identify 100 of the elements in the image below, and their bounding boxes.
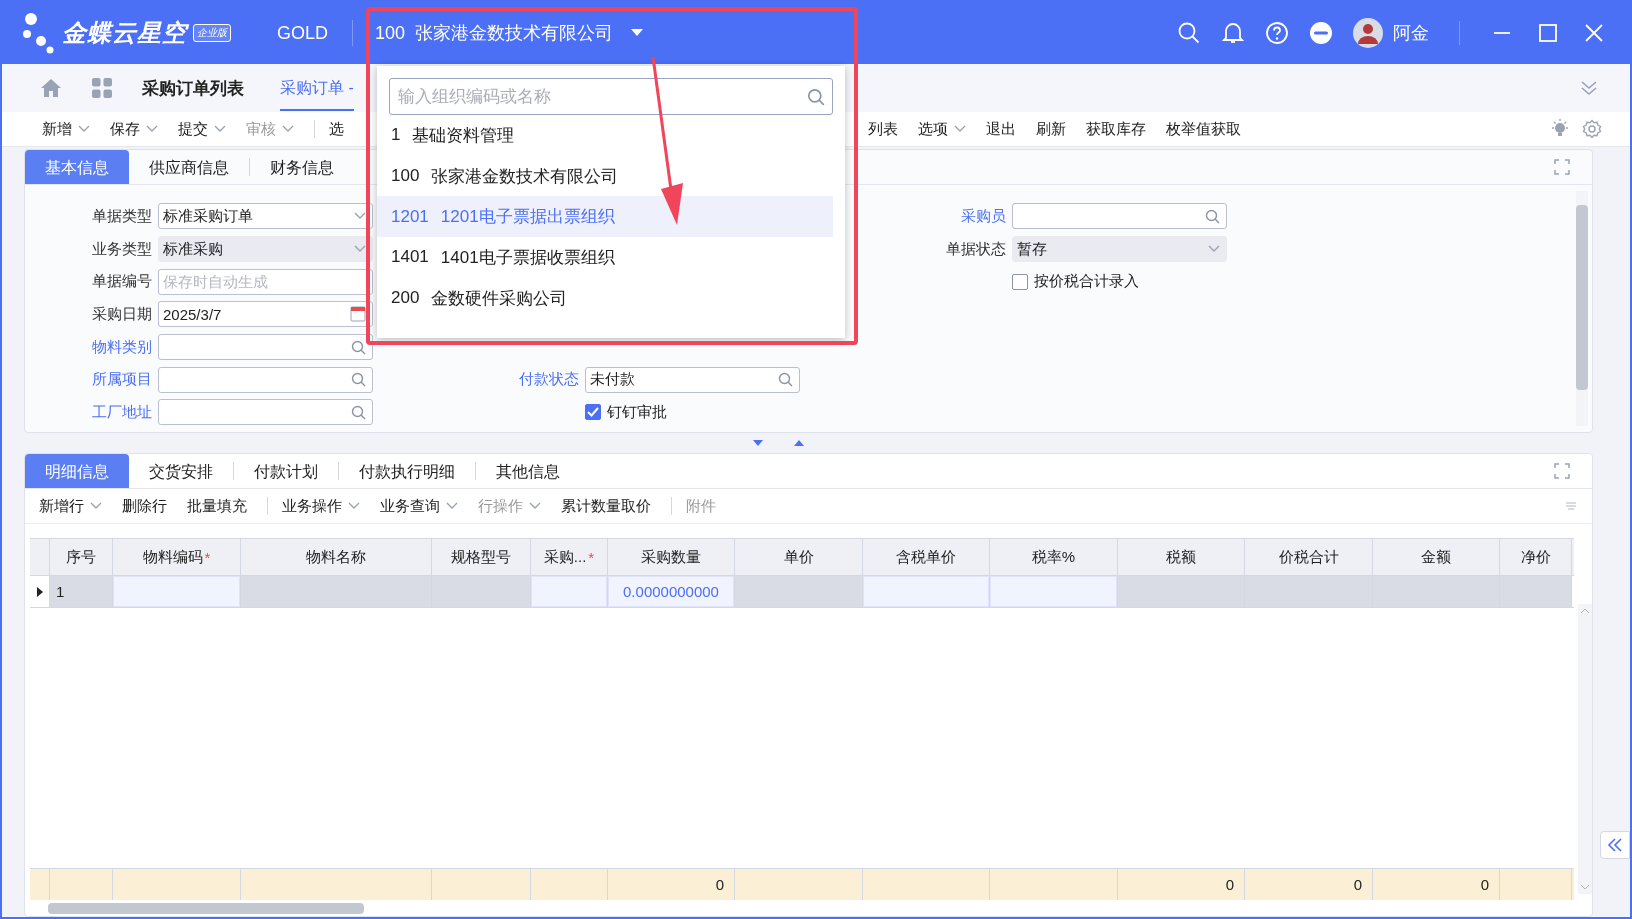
section-tab[interactable]: 基本信息: [25, 150, 129, 184]
section-tab[interactable]: 财务信息: [250, 150, 354, 184]
table-cell[interactable]: [990, 576, 1118, 607]
dropdown-field[interactable]: 标准采购订单: [158, 203, 373, 230]
table-cell[interactable]: [113, 576, 241, 607]
column-header[interactable]: 税额: [1166, 547, 1196, 567]
page-tab[interactable]: 采购订单列表: [142, 64, 244, 112]
column-header[interactable]: 单价: [783, 547, 814, 567]
total-value: 0: [1225, 876, 1234, 893]
field-label: 单据编号: [91, 272, 153, 292]
double-chevron-down-icon[interactable]: [1580, 79, 1598, 97]
bell-icon[interactable]: [1221, 21, 1245, 45]
toolbar-button[interactable]: 获取库存: [1086, 119, 1146, 139]
collapse-down-icon[interactable]: [753, 440, 763, 446]
column-header[interactable]: 价税合计: [1278, 547, 1339, 567]
table-cell[interactable]: 1: [50, 576, 113, 607]
column-header[interactable]: 金额: [1421, 547, 1451, 567]
field-link[interactable]: 所属项目: [25, 370, 158, 390]
toolbar-button[interactable]: 刷新: [1036, 119, 1066, 139]
menu-item[interactable]: 1401 1401电子票据收票组织: [377, 237, 833, 278]
menu-item[interactable]: 100 张家港金数技术有限公司: [377, 155, 833, 197]
column-header[interactable]: 物料名称: [306, 547, 366, 567]
chevron-down-icon: [529, 502, 541, 510]
table-cell[interactable]: [735, 576, 863, 607]
toolbar-button[interactable]: 删除行: [122, 496, 167, 516]
column-header[interactable]: 物料编码: [142, 547, 203, 567]
toolbar-button[interactable]: 列表: [868, 119, 898, 139]
menu-item[interactable]: 1201 1201电子票据出票组织: [377, 196, 833, 238]
section-tab[interactable]: 交货安排: [129, 454, 233, 488]
table-cell[interactable]: [1500, 576, 1572, 607]
chevron-down-icon: [354, 212, 366, 221]
column-header[interactable]: 采购数量: [641, 547, 701, 567]
toolbar-button[interactable]: 选: [329, 119, 344, 139]
menu-icon[interactable]: [1566, 502, 1576, 510]
avatar-icon[interactable]: [1353, 18, 1383, 48]
section-tab[interactable]: 付款执行明细: [339, 454, 475, 488]
lookup-field[interactable]: [158, 334, 373, 361]
toolbar-button[interactable]: 退出: [986, 119, 1016, 139]
column-header[interactable]: 采购...: [543, 547, 587, 567]
lookup-field[interactable]: [158, 399, 373, 426]
field-link[interactable]: 工厂地址: [25, 402, 158, 422]
field-link[interactable]: 付款状态: [373, 370, 585, 390]
collapse-up-icon[interactable]: [794, 440, 804, 446]
date-field[interactable]: 2025/3/7: [158, 301, 373, 328]
checkbox[interactable]: [585, 404, 601, 421]
search-field[interactable]: 输入组织编码或名称: [389, 78, 833, 115]
more-icon[interactable]: [1309, 21, 1333, 45]
home-icon[interactable]: [40, 78, 62, 98]
lightbulb-icon[interactable]: [1550, 119, 1570, 139]
tenant-name[interactable]: GOLD: [277, 22, 328, 44]
collapse-button[interactable]: [1600, 831, 1630, 859]
section-tab[interactable]: 付款计划: [234, 454, 338, 488]
menu-item[interactable]: 1 基础资料管理: [377, 115, 833, 156]
toolbar-button[interactable]: 业务查询: [380, 496, 458, 516]
table-cell[interactable]: [241, 576, 432, 607]
field-link[interactable]: 物料类别: [25, 337, 158, 357]
toolbar-button[interactable]: 业务操作: [282, 496, 360, 516]
toolbar-button[interactable]: 提交: [178, 119, 226, 139]
user-name[interactable]: 阿金: [1393, 21, 1429, 45]
column-header[interactable]: 含税单价: [896, 547, 956, 567]
lookup-field[interactable]: [158, 366, 373, 393]
settings-icon[interactable]: [1582, 119, 1602, 139]
org-selector[interactable]: 100 张家港金数技术有限公司: [375, 21, 644, 45]
table-cell[interactable]: 0.0000000000: [608, 576, 735, 607]
table-cell[interactable]: [1245, 576, 1373, 607]
toolbar-button[interactable]: 批量填充: [187, 496, 247, 516]
close-icon[interactable]: [1584, 23, 1604, 43]
toolbar-button[interactable]: 选项: [918, 119, 966, 139]
column-header[interactable]: 税率%: [1031, 547, 1076, 567]
toolbar-button[interactable]: 新增: [42, 119, 90, 139]
toolbar-button[interactable]: 累计数量取价: [561, 496, 651, 516]
expand-icon[interactable]: [1554, 159, 1570, 175]
section-tab[interactable]: 明细信息: [25, 454, 129, 488]
table-cell[interactable]: [863, 576, 990, 607]
help-icon[interactable]: [1265, 21, 1289, 45]
scrollbar[interactable]: [1576, 191, 1588, 426]
table-cell[interactable]: [432, 576, 531, 607]
section-tab[interactable]: 其他信息: [476, 454, 580, 488]
toolbar-button[interactable]: 枚举值获取: [1166, 119, 1241, 139]
scrollbar[interactable]: [1578, 604, 1592, 894]
lookup-field[interactable]: [1012, 203, 1227, 230]
grid-icon[interactable]: [92, 78, 112, 98]
page-tab[interactable]: 采购订单 -: [280, 65, 354, 111]
table-cell[interactable]: [531, 576, 608, 607]
column-header[interactable]: 规格型号: [451, 547, 511, 567]
table-cell[interactable]: [1118, 576, 1245, 607]
lookup-field[interactable]: 未付款: [585, 366, 800, 393]
toolbar-button[interactable]: 新增行: [39, 496, 102, 516]
table-cell[interactable]: [1373, 576, 1500, 607]
column-header[interactable]: 净价: [1520, 547, 1551, 567]
toolbar-button[interactable]: 保存: [110, 119, 158, 139]
checkbox[interactable]: [1012, 273, 1028, 290]
expand-icon[interactable]: [1554, 463, 1570, 479]
input-field[interactable]: 保存时自动生成: [158, 268, 373, 295]
chevron-down-icon: [146, 125, 158, 133]
menu-item[interactable]: 200 金数硬件采购公司: [377, 277, 833, 319]
search-icon[interactable]: [1177, 21, 1201, 45]
column-header[interactable]: 序号: [66, 547, 96, 567]
maximize-icon[interactable]: [1538, 23, 1558, 43]
section-tab[interactable]: 供应商信息: [129, 150, 249, 184]
